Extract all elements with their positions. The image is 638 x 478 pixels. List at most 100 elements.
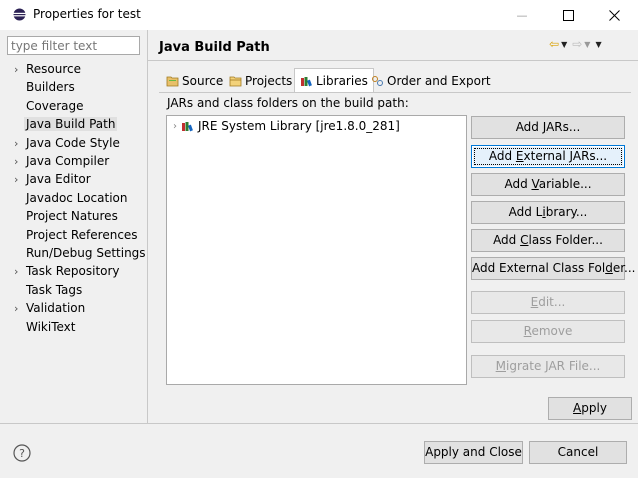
minimize-button[interactable]: — <box>499 0 545 30</box>
page-title: Java Build Path <box>159 40 270 55</box>
eclipse-app-icon <box>13 8 26 21</box>
nav-item[interactable]: Project References <box>14 226 138 244</box>
nav-item-label: Resource <box>26 62 82 76</box>
button-label: Add Variable... <box>504 177 591 191</box>
expand-chevron-icon[interactable]: › <box>14 135 26 153</box>
nav-item[interactable]: Java Build Path <box>14 115 118 133</box>
expand-chevron-icon[interactable]: › <box>14 263 26 281</box>
migrate-jar-file-button[interactable]: Migrate JAR File... <box>471 355 625 378</box>
nav-item-label: Java Build Path <box>24 117 118 132</box>
tab-order-and-export[interactable]: Order and Export <box>366 70 496 92</box>
edit-button[interactable]: Edit... <box>471 291 625 314</box>
tab-order-export-label: Order and Export <box>387 74 491 88</box>
apply-and-close-button[interactable]: Apply and Close <box>424 441 523 464</box>
nav-item[interactable]: › Task Repository <box>14 262 120 280</box>
button-label-part: d <box>605 261 613 275</box>
maximize-button[interactable] <box>545 0 591 30</box>
back-arrow-icon[interactable]: ⇦ <box>549 38 559 50</box>
remove-button[interactable]: Remove <box>471 320 625 343</box>
tab-source[interactable]: Source <box>161 70 228 92</box>
nav-item[interactable]: › Java Code Style <box>14 134 120 152</box>
button-label-part: brary... <box>545 205 588 219</box>
button-label-part: Add L <box>508 205 543 219</box>
add-class-folder-button[interactable]: Add Class Folder... <box>471 229 625 252</box>
expand-chevron-icon[interactable]: › <box>14 153 26 171</box>
cancel-button[interactable]: Cancel <box>529 441 627 464</box>
header-divider <box>148 60 638 61</box>
add-external-class-folder-button[interactable]: Add External Class Folder... <box>471 257 635 280</box>
vertical-divider <box>147 30 148 423</box>
nav-item[interactable]: Run/Debug Settings <box>14 244 146 262</box>
nav-item-label: Project References <box>26 227 138 242</box>
nav-item[interactable]: Coverage <box>14 97 84 115</box>
minimize-icon: — <box>516 8 528 22</box>
back-dropdown-icon[interactable]: ▼ <box>561 40 567 49</box>
button-label: Add External Class Folder... <box>472 261 635 275</box>
close-window-button[interactable] <box>591 0 637 30</box>
nav-item-label: Javadoc Location <box>26 190 128 205</box>
title-bar: Properties for test — <box>0 0 638 30</box>
help-icon[interactable]: ? <box>13 444 31 462</box>
button-label-part: xternal JARs... <box>523 149 608 163</box>
libraries-tree[interactable]: › JRE System Library [jre1.8.0_281] <box>166 115 467 385</box>
button-label-part: Add External Class Fol <box>472 261 606 275</box>
forward-arrow-icon[interactable]: ⇨ <box>572 38 582 50</box>
nav-item[interactable]: Javadoc Location <box>14 189 127 207</box>
button-label-part: Add <box>488 149 516 163</box>
button-label: Add External JARs... <box>472 146 624 167</box>
nav-item[interactable]: › Resource <box>14 60 81 78</box>
nav-item-label: WikiText <box>26 319 76 334</box>
button-label: Add Class Folder... <box>493 233 603 247</box>
button-label-part: lass Folder... <box>528 233 603 247</box>
button-label-part: M <box>495 359 506 373</box>
nav-item[interactable]: › Java Editor <box>14 170 91 188</box>
expand-chevron-icon[interactable]: › <box>14 300 26 318</box>
button-label: Remove <box>524 324 573 338</box>
button-label-part: Add <box>493 233 521 247</box>
source-folder-icon <box>166 76 179 87</box>
apply-button[interactable]: Apply <box>548 397 632 420</box>
nav-item[interactable]: Builders <box>14 78 75 96</box>
tab-projects[interactable]: Projects <box>224 70 297 92</box>
button-label-part: C <box>520 233 529 247</box>
expand-chevron-icon[interactable]: › <box>14 171 26 189</box>
nav-item-label: Task Repository <box>26 264 120 279</box>
library-icon <box>182 122 193 132</box>
libraries-label: JARs and class folders on the build path… <box>167 96 409 110</box>
libraries-icon <box>301 77 312 87</box>
history-navigation: ⇦ ▼ ⇨ ▼ ▼ <box>549 36 605 52</box>
add-library-button[interactable]: Add Library... <box>471 201 625 224</box>
tree-item-jre-system-library[interactable]: › JRE System Library [jre1.8.0_281] <box>173 119 400 133</box>
nav-item[interactable]: › Validation <box>14 299 85 317</box>
button-label-part: igrate JAR File... <box>506 359 601 373</box>
forward-dropdown-icon[interactable]: ▼ <box>584 40 590 49</box>
tab-strip-border <box>159 92 631 93</box>
button-label-part: dit... <box>538 295 566 309</box>
nav-item[interactable]: Task Tags <box>14 281 82 299</box>
nav-item[interactable]: Project Natures <box>14 207 118 225</box>
button-label-part: ariable... <box>538 177 592 191</box>
maximize-icon <box>562 9 574 21</box>
add-variable-button[interactable]: Add Variable... <box>471 173 625 196</box>
expand-chevron-icon[interactable]: › <box>173 121 177 132</box>
button-label: Migrate JAR File... <box>496 359 601 373</box>
expand-chevron-icon[interactable]: › <box>14 61 26 79</box>
close-icon <box>608 9 620 21</box>
view-menu-icon[interactable]: ▼ <box>595 40 601 49</box>
order-export-icon <box>372 76 383 86</box>
button-label-part: V <box>531 177 539 191</box>
button-label-part: Add <box>504 177 532 191</box>
tab-libraries[interactable]: Libraries <box>294 68 374 93</box>
add-external-jars-button[interactable]: Add External JARs... <box>471 145 625 168</box>
button-label: Add JARs... <box>516 120 581 134</box>
add-jars-button[interactable]: Add JARs... <box>471 116 625 139</box>
nav-item-label: Project Natures <box>26 209 118 224</box>
nav-item-label: Run/Debug Settings <box>26 246 146 260</box>
nav-item-label: Java Code Style <box>26 135 120 150</box>
nav-item[interactable]: › Java Compiler <box>14 152 109 170</box>
nav-item-label: Coverage <box>26 98 84 113</box>
nav-item[interactable]: WikiText <box>14 318 76 336</box>
svg-text:?: ? <box>19 447 25 460</box>
filter-input[interactable] <box>7 36 140 55</box>
window-title: Properties for test <box>33 7 141 21</box>
